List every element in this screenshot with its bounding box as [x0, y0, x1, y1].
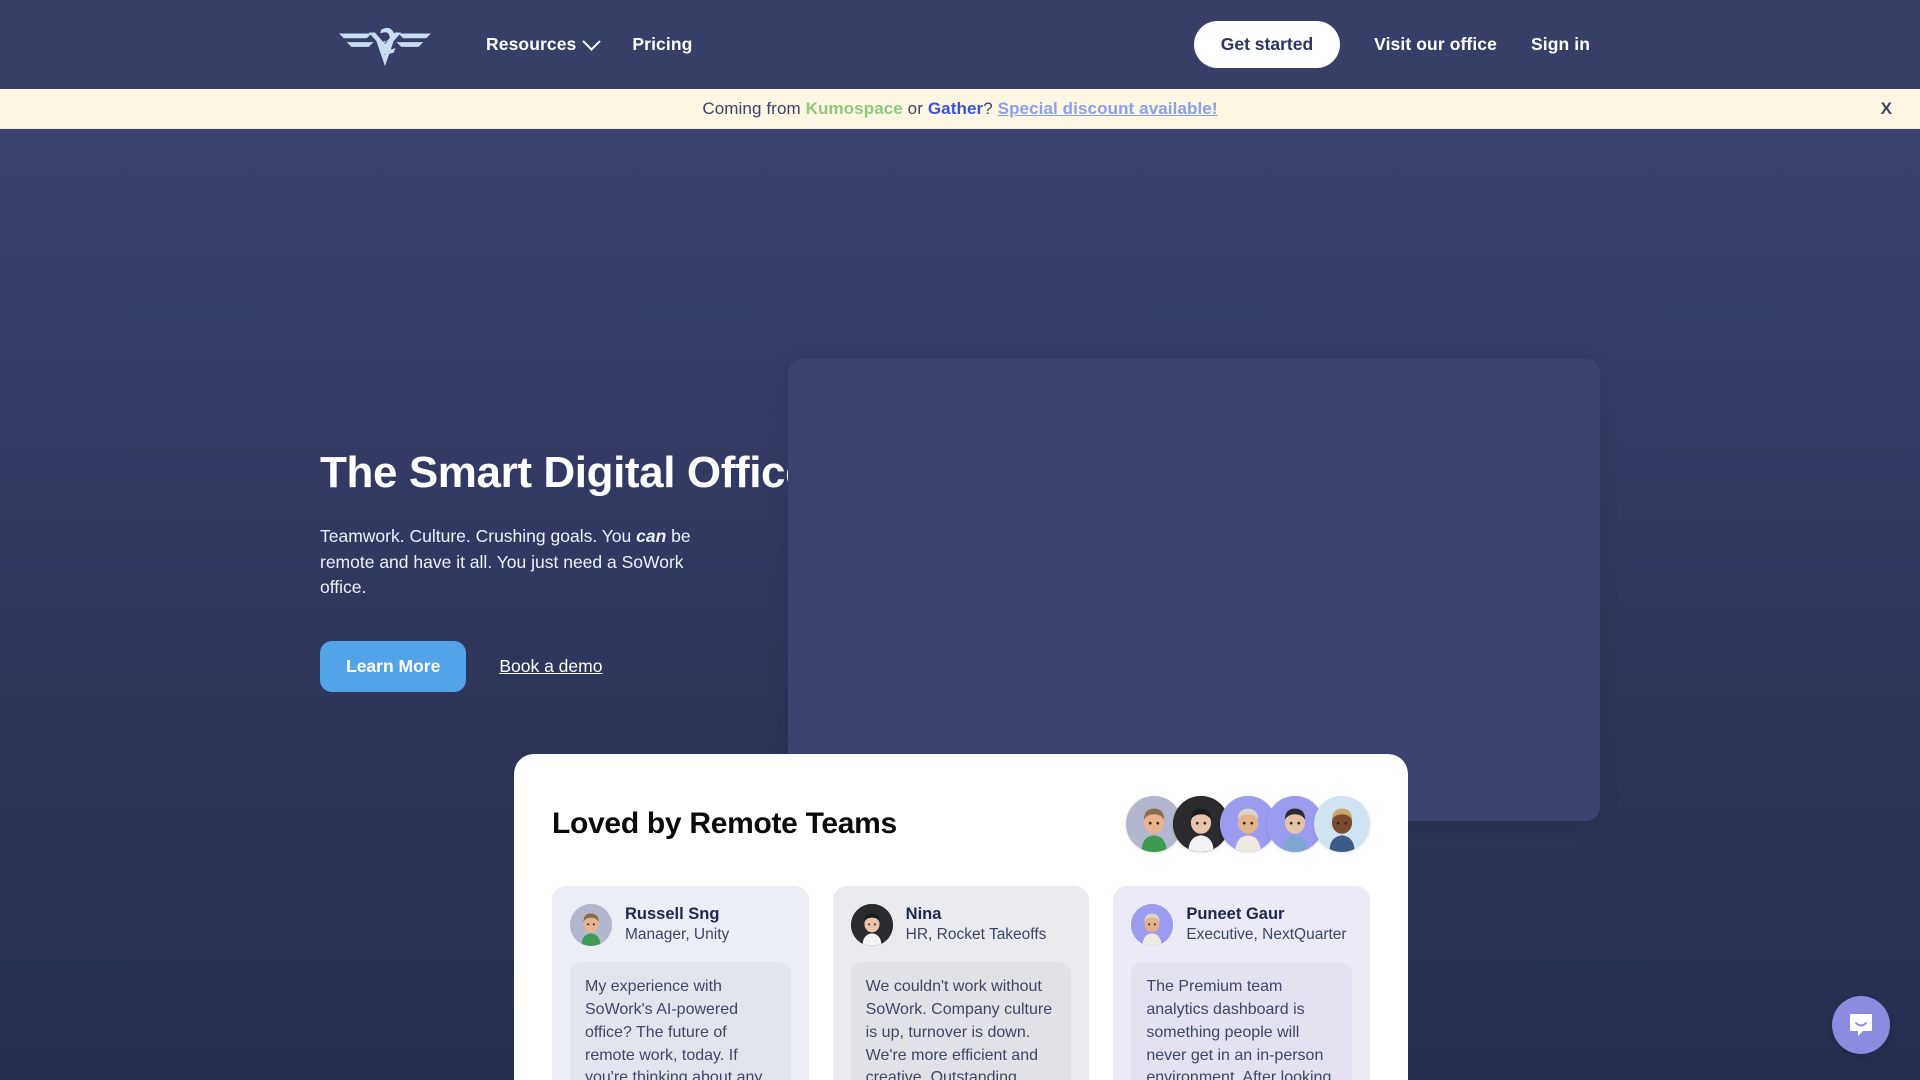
promo-prefix: Coming from: [702, 98, 806, 118]
promo-question: ?: [983, 98, 998, 118]
promo-discount-link[interactable]: Special discount available!: [998, 99, 1218, 118]
testimonial-card: Puneet Gaur Executive, NextQuarter The Pre…: [1113, 886, 1371, 1080]
hero-media-placeholder[interactable]: [788, 359, 1600, 821]
testimonial-author-name: Nina: [905, 905, 942, 923]
top-navigation-bar: Resources Pricing Get started Visit our …: [0, 0, 1920, 89]
promo-banner-text: Coming from Kumospace or Gather? Special…: [702, 99, 1217, 119]
hero-sub-emphasis: can: [636, 526, 667, 547]
testimonials-title: Loved by Remote Teams: [552, 807, 897, 840]
nav-links: Resources Pricing: [486, 32, 692, 55]
page-root: Resources Pricing Get started Visit our …: [0, 0, 1920, 1080]
nav-item-resources-label: Resources: [486, 34, 577, 54]
nav-item-resources[interactable]: Resources: [486, 32, 602, 55]
testimonial-author-role: HR, Rocket Takeoffs: [905, 926, 1047, 944]
chat-bubble-icon: [1850, 1014, 1872, 1036]
get-started-button[interactable]: Get started: [1193, 21, 1341, 68]
intercom-chat-launcher[interactable]: [1832, 996, 1890, 1054]
avatar-headphones: [1314, 796, 1370, 852]
promo-middle: or: [902, 98, 928, 118]
avatar-bald-mustache: [1131, 904, 1174, 947]
testimonial-quote: We couldn't work without SoWork. Company…: [850, 962, 1072, 1080]
nav-item-pricing[interactable]: Pricing: [632, 34, 692, 55]
testimonial-card: Russell Sng Manager, Unity My experience w…: [552, 886, 809, 1080]
chevron-down-icon: [582, 32, 602, 51]
sowork-logo-icon[interactable]: [336, 22, 434, 68]
hero-subtitle: Teamwork. Culture. Crushing goals. You c…: [320, 524, 730, 600]
hero-copy: The Smart Digital Office Teamwork. Cultu…: [320, 239, 840, 692]
testimonial-author: Russell Sng Manager, Unity: [570, 904, 791, 947]
hero-section: The Smart Digital Office Teamwork. Cultu…: [0, 129, 1920, 821]
testimonial-quote: The Premium team analytics dashboard is …: [1131, 962, 1353, 1080]
hero-cta-group: Learn More Book a demo: [320, 640, 840, 692]
promo-banner: Coming from Kumospace or Gather? Special…: [0, 89, 1920, 129]
nav-item-pricing-label: Pricing: [632, 34, 693, 54]
promo-brand-kumospace: Kumospace: [805, 98, 903, 118]
close-icon[interactable]: X: [1871, 95, 1902, 123]
nav-left-group: Resources Pricing: [336, 22, 692, 68]
testimonial-card: Nina HR, Rocket Takeoffs We couldn't work …: [832, 886, 1090, 1080]
book-a-demo-link[interactable]: Book a demo: [499, 656, 602, 677]
nav-item-sign-in[interactable]: Sign in: [1531, 34, 1590, 55]
avatar-ponytail-white: [850, 904, 893, 947]
testimonial-card-list: Russell Sng Manager, Unity My experience w…: [552, 886, 1371, 1080]
testimonial-author-name: Russell Sng: [625, 905, 720, 923]
nav-right-group: Get started Visit our office Sign in: [1193, 21, 1590, 68]
promo-brand-gather: Gather: [927, 98, 984, 118]
testimonial-author-name: Puneet Gaur: [1186, 905, 1285, 923]
page-title: The Smart Digital Office: [320, 448, 810, 497]
testimonial-quote: My experience with SoWork's AI-powered o…: [570, 962, 791, 1080]
nav-item-visit-our-office[interactable]: Visit our office: [1374, 34, 1497, 55]
learn-more-button[interactable]: Learn More: [320, 640, 467, 692]
testimonial-author-role: Executive, NextQuarter: [1186, 926, 1347, 944]
avatar-strip: [1126, 796, 1370, 852]
testimonials-panel: Loved by Remote Teams Russell Sng Manager…: [514, 754, 1408, 1080]
hero-sub-part-a: Teamwork. Culture. Crushing goals. You: [320, 526, 637, 547]
avatar-glasses-green: [570, 904, 612, 947]
testimonial-author-role: Manager, Unity: [625, 926, 730, 944]
testimonials-header: Loved by Remote Teams: [552, 796, 1370, 852]
testimonial-author: Puneet Gaur Executive, NextQuarter: [1131, 904, 1352, 947]
testimonial-author: Nina HR, Rocket Takeoffs: [850, 904, 1072, 947]
